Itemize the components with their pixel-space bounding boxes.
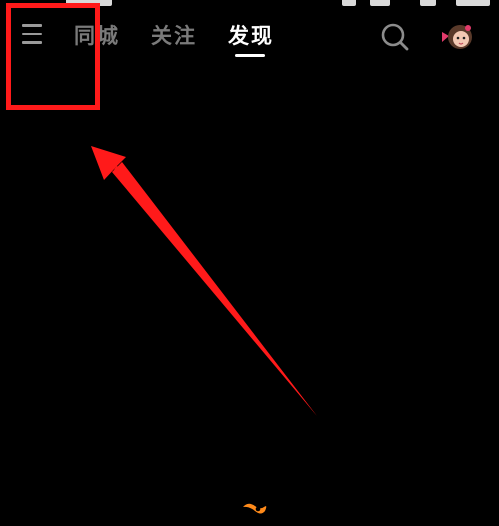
status-bar-remnant <box>370 0 390 6</box>
loading-icon <box>243 503 267 514</box>
app-screen: 同城 关注 发现 <box>0 0 499 526</box>
tab-discover[interactable]: 发现 <box>228 20 274 50</box>
status-bar-remnant <box>420 0 436 6</box>
active-tab-indicator <box>235 54 265 57</box>
avatar[interactable] <box>440 20 474 52</box>
status-bar-remnant <box>456 0 490 6</box>
tab-following[interactable]: 关注 <box>151 20 197 50</box>
search-icon[interactable] <box>380 22 410 52</box>
annotation-highlight-box <box>6 3 100 110</box>
status-bar-remnant <box>342 0 356 6</box>
